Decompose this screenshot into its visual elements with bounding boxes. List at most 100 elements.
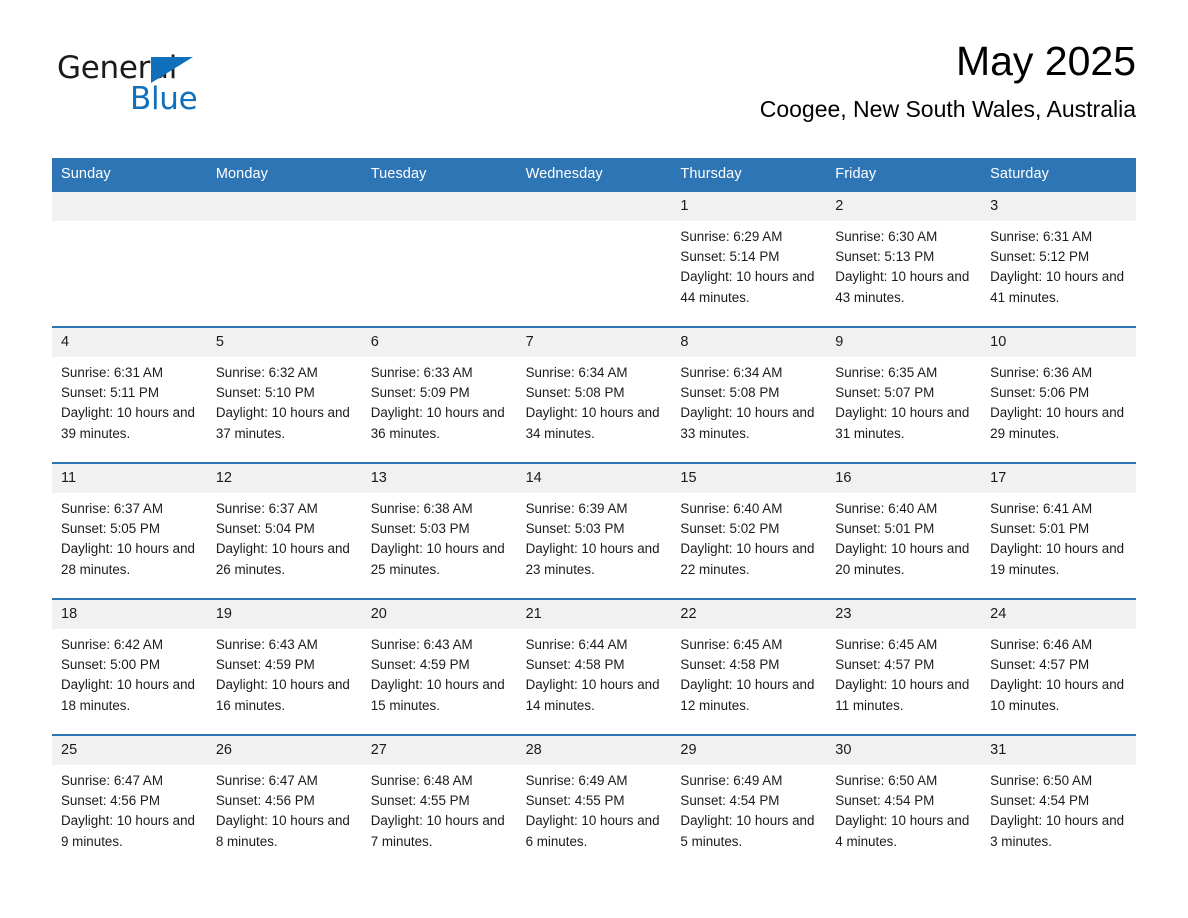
day-number[interactable]: 25	[52, 736, 207, 765]
day-number[interactable]: 24	[981, 600, 1136, 629]
sunrise-text: Sunrise: 6:29 AM	[680, 229, 783, 244]
sunrise-text: Sunrise: 6:39 AM	[525, 501, 628, 516]
sunset-text: Sunset: 4:55 PM	[370, 793, 470, 809]
day-number[interactable]: 22	[671, 600, 826, 629]
day-number[interactable]: 2	[826, 192, 981, 221]
sunrise-text: Sunrise: 6:47 AM	[61, 773, 163, 788]
day-cell[interactable]: Sunrise: 6:32 AM Sunset: 5:10 PM Daylight:…	[207, 357, 362, 462]
sunrise-text: Sunrise: 6:40 AM	[835, 501, 938, 516]
day-number[interactable]: 10	[981, 328, 1136, 357]
day-number[interactable]: 31	[981, 736, 1136, 765]
day-cell[interactable]: Sunrise: 6:39 AM Sunset: 5:03 PM Daylight:…	[517, 493, 672, 598]
day-number[interactable]: 27	[362, 736, 517, 765]
day-number[interactable]: 29	[671, 736, 826, 765]
day-cell[interactable]: Sunrise: 6:50 AM Sunset: 4:54 PM Daylight:…	[981, 765, 1136, 870]
day-number[interactable]: 1	[671, 192, 826, 221]
day-number-empty	[207, 192, 362, 221]
day-cell[interactable]: Sunrise: 6:42 AM Sunset: 5:00 PM Daylight:…	[52, 629, 207, 734]
day-number-empty	[362, 192, 517, 221]
day-cell[interactable]: Sunrise: 6:47 AM Sunset: 4:56 PM Daylight:…	[52, 765, 207, 870]
day-number[interactable]: 15	[671, 464, 826, 493]
day-number[interactable]: 13	[362, 464, 517, 493]
day-cell[interactable]: Sunrise: 6:37 AM Sunset: 5:04 PM Daylight:…	[207, 493, 362, 598]
sunrise-text: Sunrise: 6:40 AM	[680, 501, 783, 516]
day-cell[interactable]: Sunrise: 6:33 AM Sunset: 5:09 PM Daylight:…	[362, 357, 517, 462]
daylight-text: Daylight: 10 hours and 23 minutes.	[525, 541, 660, 577]
day-cell[interactable]: Sunrise: 6:50 AM Sunset: 4:54 PM Daylight:…	[826, 765, 981, 870]
day-cell[interactable]: Sunrise: 6:38 AM Sunset: 5:03 PM Daylight:…	[362, 493, 517, 598]
sunrise-text: Sunrise: 6:50 AM	[835, 773, 938, 788]
daylight-text: Daylight: 10 hours and 4 minutes.	[835, 813, 970, 849]
logo-triangle-icon	[151, 57, 193, 83]
day-cell[interactable]: Sunrise: 6:47 AM Sunset: 4:56 PM Daylight:…	[207, 765, 362, 870]
day-cell[interactable]: Sunrise: 6:45 AM Sunset: 4:58 PM Daylight:…	[671, 629, 826, 734]
day-number[interactable]: 18	[52, 600, 207, 629]
day-number[interactable]: 7	[517, 328, 672, 357]
calendar-grid: Sunday Monday Tuesday Wednesday Thursday Frid…	[52, 158, 1136, 870]
sunset-text: Sunset: 4:54 PM	[835, 793, 935, 809]
day-cell[interactable]: Sunrise: 6:49 AM Sunset: 4:55 PM Daylight:…	[517, 765, 672, 870]
calendar-week-row: 1 2 3 Sunrise: 6:29 AM Sunset: 5:14 PM Daylig…	[52, 192, 1136, 326]
daylight-text: Daylight: 10 hours and 14 minutes.	[525, 677, 660, 713]
day-number[interactable]: 28	[517, 736, 672, 765]
day-number[interactable]: 9	[826, 328, 981, 357]
sunset-text: Sunset: 5:06 PM	[990, 385, 1090, 401]
day-cell[interactable]: Sunrise: 6:35 AM Sunset: 5:07 PM Daylight:…	[826, 357, 981, 462]
day-number[interactable]: 14	[517, 464, 672, 493]
day-cell[interactable]: Sunrise: 6:34 AM Sunset: 5:08 PM Daylight:…	[517, 357, 672, 462]
day-detail-band: Sunrise: 6:37 AM Sunset: 5:05 PM Daylight:…	[52, 493, 1136, 598]
sunrise-text: Sunrise: 6:41 AM	[990, 501, 1093, 516]
day-cell[interactable]: Sunrise: 6:45 AM Sunset: 4:57 PM Daylight:…	[826, 629, 981, 734]
day-cell[interactable]: Sunrise: 6:40 AM Sunset: 5:02 PM Daylight:…	[671, 493, 826, 598]
sunset-text: Sunset: 4:57 PM	[835, 657, 935, 673]
sunset-text: Sunset: 4:56 PM	[215, 793, 315, 809]
general-blue-logo[interactable]: General Blue	[57, 50, 257, 122]
day-number[interactable]: 5	[207, 328, 362, 357]
sunset-text: Sunset: 4:54 PM	[990, 793, 1090, 809]
day-number[interactable]: 8	[671, 328, 826, 357]
daylight-text: Daylight: 10 hours and 19 minutes.	[990, 541, 1125, 577]
day-number[interactable]: 16	[826, 464, 981, 493]
sunrise-text: Sunrise: 6:34 AM	[680, 365, 783, 380]
day-number-empty	[52, 192, 207, 221]
sunset-text: Sunset: 5:02 PM	[680, 521, 780, 537]
day-number[interactable]: 6	[362, 328, 517, 357]
day-number[interactable]: 3	[981, 192, 1136, 221]
day-cell[interactable]: Sunrise: 6:34 AM Sunset: 5:08 PM Daylight:…	[671, 357, 826, 462]
day-cell[interactable]: Sunrise: 6:29 AM Sunset: 5:14 PM Daylight:…	[671, 221, 826, 326]
calendar-week-row: 25 26 27 28 29 30 31 Sunrise: 6:47 AM Sunset: 4:…	[52, 734, 1136, 870]
day-number[interactable]: 12	[207, 464, 362, 493]
day-number[interactable]: 26	[207, 736, 362, 765]
day-cell[interactable]: Sunrise: 6:31 AM Sunset: 5:11 PM Daylight:…	[52, 357, 207, 462]
date-number-band: 18 19 20 21 22 23 24	[52, 600, 1136, 629]
day-cell[interactable]: Sunrise: 6:46 AM Sunset: 4:57 PM Daylight:…	[981, 629, 1136, 734]
daylight-text: Daylight: 10 hours and 10 minutes.	[990, 677, 1125, 713]
sunrise-text: Sunrise: 6:42 AM	[61, 637, 163, 652]
day-number[interactable]: 30	[826, 736, 981, 765]
day-number[interactable]: 17	[981, 464, 1136, 493]
day-cell[interactable]: Sunrise: 6:48 AM Sunset: 4:55 PM Daylight:…	[362, 765, 517, 870]
day-cell[interactable]: Sunrise: 6:43 AM Sunset: 4:59 PM Daylight:…	[207, 629, 362, 734]
day-cell[interactable]: Sunrise: 6:41 AM Sunset: 5:01 PM Daylight:…	[981, 493, 1136, 598]
day-number[interactable]: 21	[517, 600, 672, 629]
sunset-text: Sunset: 5:03 PM	[525, 521, 625, 537]
day-number[interactable]: 19	[207, 600, 362, 629]
sunrise-text: Sunrise: 6:33 AM	[370, 365, 473, 380]
date-number-band: 11 12 13 14 15 16 17	[52, 464, 1136, 493]
day-number[interactable]: 11	[52, 464, 207, 493]
calendar-week-row: 4 5 6 7 8 9 10 Sunrise: 6:31 AM Sunset: 5:11 PM D…	[52, 326, 1136, 462]
day-number[interactable]: 20	[362, 600, 517, 629]
sunrise-text: Sunrise: 6:43 AM	[370, 637, 473, 652]
daylight-text: Daylight: 10 hours and 16 minutes.	[215, 677, 350, 713]
day-cell[interactable]: Sunrise: 6:37 AM Sunset: 5:05 PM Daylight:…	[52, 493, 207, 598]
day-cell[interactable]: Sunrise: 6:36 AM Sunset: 5:06 PM Daylight:…	[981, 357, 1136, 462]
day-cell[interactable]: Sunrise: 6:44 AM Sunset: 4:58 PM Daylight:…	[517, 629, 672, 734]
day-cell[interactable]: Sunrise: 6:31 AM Sunset: 5:12 PM Daylight:…	[981, 221, 1136, 326]
day-number[interactable]: 4	[52, 328, 207, 357]
day-cell[interactable]: Sunrise: 6:43 AM Sunset: 4:59 PM Daylight:…	[362, 629, 517, 734]
day-cell[interactable]: Sunrise: 6:40 AM Sunset: 5:01 PM Daylight:…	[826, 493, 981, 598]
day-number[interactable]: 23	[826, 600, 981, 629]
weekday-header-monday: Monday	[215, 166, 269, 182]
day-cell[interactable]: Sunrise: 6:30 AM Sunset: 5:13 PM Daylight:…	[826, 221, 981, 326]
day-cell[interactable]: Sunrise: 6:49 AM Sunset: 4:54 PM Daylight:…	[671, 765, 826, 870]
